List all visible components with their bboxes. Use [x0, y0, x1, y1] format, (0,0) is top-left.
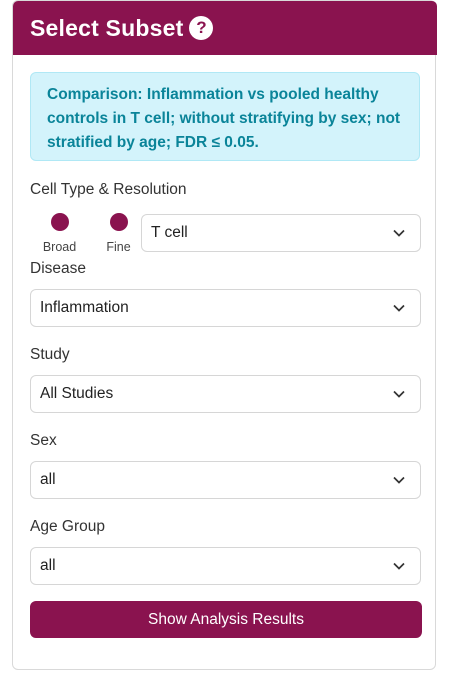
sex-select-value: all	[40, 471, 56, 488]
disease-select-value: Inflammation	[40, 299, 129, 316]
resolution-radio-group: Broad Fine	[30, 213, 148, 254]
radio-fine-label: Fine	[106, 240, 131, 254]
disease-select[interactable]: Inflammation	[30, 289, 421, 327]
cell-type-label: Cell Type & Resolution	[30, 181, 187, 198]
study-select[interactable]: All Studies	[30, 375, 421, 413]
cell-type-select-value: T cell	[151, 224, 188, 241]
card-title: Select Subset	[30, 14, 184, 41]
chevron-down-icon	[393, 562, 405, 570]
chevron-down-icon	[393, 304, 405, 312]
study-label: Study	[30, 346, 70, 363]
age-group-select[interactable]: all	[30, 547, 421, 585]
radio-broad-dot[interactable]	[50, 213, 69, 231]
radio-broad-label: Broad	[42, 240, 77, 254]
cell-type-select[interactable]: T cell	[141, 214, 421, 252]
show-results-button[interactable]: Show Analysis Results	[30, 601, 422, 638]
select-subset-card: Select Subset ? Comparison: Inflammation…	[12, 0, 437, 670]
chevron-down-icon	[393, 229, 405, 237]
radio-fine[interactable]: Fine	[89, 213, 148, 254]
age-group-label: Age Group	[30, 518, 105, 535]
chevron-down-icon	[393, 476, 405, 484]
sex-select[interactable]: all	[30, 461, 421, 499]
comparison-alert: Comparison: Inflammation vs pooled healt…	[30, 72, 420, 161]
age-group-select-value: all	[40, 557, 56, 574]
radio-broad[interactable]: Broad	[30, 213, 89, 254]
study-select-value: All Studies	[40, 385, 114, 402]
radio-fine-dot[interactable]	[109, 213, 128, 231]
disease-label: Disease	[30, 260, 86, 277]
card-header: Select Subset ?	[13, 1, 437, 55]
question-circle-icon[interactable]: ?	[189, 16, 214, 40]
chevron-down-icon	[393, 390, 405, 398]
sex-label: Sex	[30, 432, 57, 449]
